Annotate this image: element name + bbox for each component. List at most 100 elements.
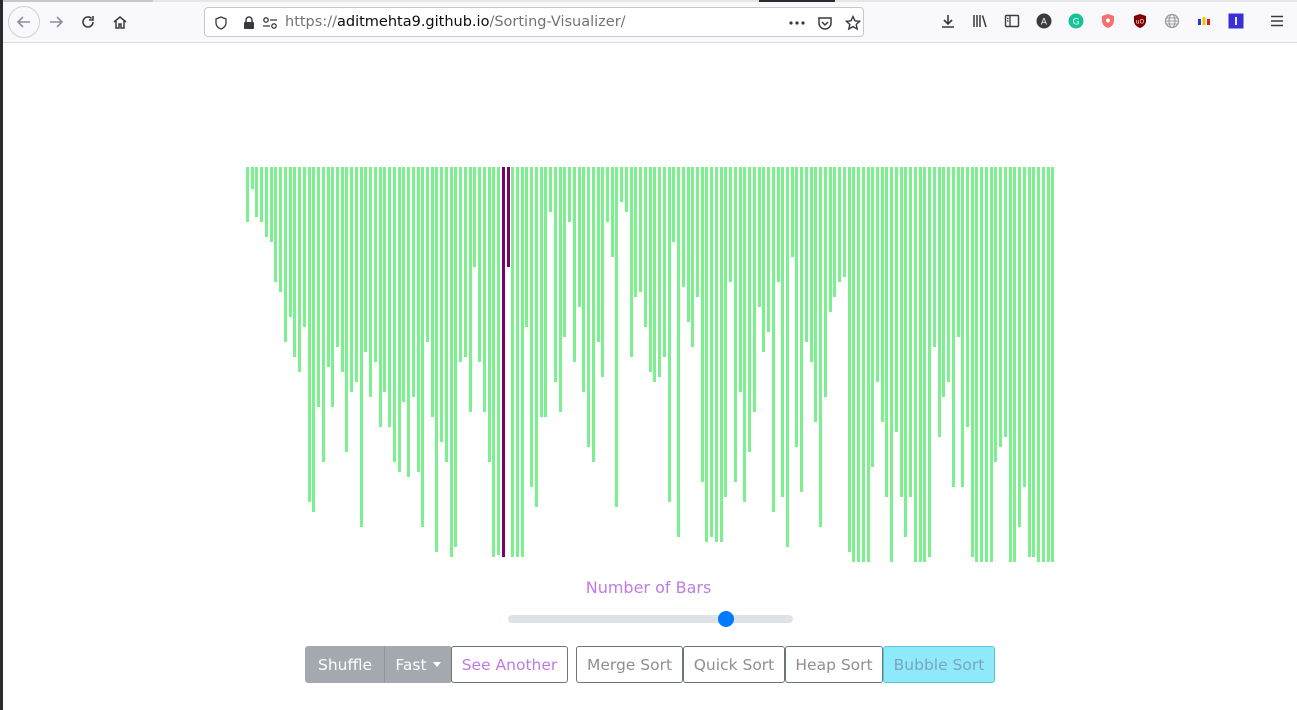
bar bbox=[354, 167, 358, 382]
bar bbox=[473, 167, 477, 267]
bar bbox=[402, 167, 406, 402]
bar bbox=[497, 167, 501, 555]
svg-text:G: G bbox=[1073, 18, 1080, 28]
browser-toolbar: https://aditmehta9.github.io/Sorting-Vis… bbox=[3, 0, 1297, 43]
bar bbox=[411, 167, 415, 397]
bookmark-star-icon[interactable] bbox=[844, 14, 862, 32]
home-icon bbox=[113, 16, 127, 29]
bar bbox=[643, 167, 647, 327]
extension-i-icon[interactable] bbox=[1226, 11, 1246, 31]
bar bbox=[847, 167, 851, 552]
bar bbox=[743, 167, 747, 502]
bar bbox=[591, 167, 595, 462]
url-bar[interactable]: https://aditmehta9.github.io/Sorting-Vis… bbox=[204, 7, 864, 37]
bar bbox=[307, 167, 311, 502]
window-edge bbox=[0, 0, 3, 710]
url-host: aditmehta9.github.io bbox=[336, 14, 490, 30]
globe-icon[interactable] bbox=[1162, 11, 1182, 31]
bar bbox=[809, 167, 813, 362]
speed-dropdown[interactable]: Fast bbox=[384, 646, 452, 683]
bar bbox=[468, 167, 472, 412]
bar bbox=[1003, 167, 1007, 437]
bar bbox=[947, 167, 951, 382]
bar bbox=[601, 167, 605, 377]
bar bbox=[331, 167, 335, 407]
bar bbox=[250, 167, 254, 189]
bar bbox=[246, 167, 249, 222]
heap-sort-button[interactable]: Heap Sort bbox=[785, 646, 883, 683]
merge-sort-button[interactable]: Merge Sort bbox=[576, 646, 683, 683]
bar bbox=[482, 167, 486, 412]
bar bbox=[426, 167, 429, 342]
bar bbox=[648, 167, 652, 372]
bar bbox=[956, 167, 960, 337]
bar bbox=[279, 167, 283, 292]
slider-thumb[interactable] bbox=[718, 611, 735, 627]
bar bbox=[890, 167, 894, 562]
bar bbox=[568, 167, 572, 222]
extension-flags-icon[interactable] bbox=[1194, 11, 1214, 31]
bar bbox=[520, 167, 524, 557]
bar bbox=[876, 167, 879, 382]
forward-button[interactable] bbox=[41, 7, 71, 37]
bar bbox=[463, 167, 467, 357]
bar bbox=[558, 167, 562, 412]
permissions-icon[interactable] bbox=[261, 14, 279, 32]
bar bbox=[615, 167, 619, 507]
bar bbox=[923, 167, 927, 562]
back-button[interactable] bbox=[8, 6, 40, 38]
sidebar-icon[interactable] bbox=[1002, 11, 1022, 31]
bar-count-slider[interactable] bbox=[508, 611, 793, 627]
bubble-sort-button[interactable]: Bubble Sort bbox=[883, 646, 995, 683]
hamburger-menu-icon[interactable] bbox=[1267, 11, 1287, 31]
bar bbox=[771, 167, 775, 512]
bar bbox=[800, 167, 804, 492]
bar bbox=[511, 167, 515, 557]
lock-icon[interactable] bbox=[240, 14, 258, 32]
bar bbox=[369, 167, 373, 397]
ublock-origin-icon[interactable]: uO bbox=[1130, 11, 1150, 31]
reload-button[interactable] bbox=[73, 7, 103, 37]
home-button[interactable] bbox=[105, 7, 135, 37]
tracking-protection-icon[interactable] bbox=[212, 14, 230, 32]
grammarly-icon[interactable]: G bbox=[1066, 11, 1086, 31]
bar bbox=[1041, 167, 1045, 562]
bar bbox=[975, 167, 979, 562]
bar bbox=[553, 167, 557, 382]
url-prefix: https:// bbox=[285, 14, 337, 30]
bar bbox=[724, 167, 728, 497]
bar bbox=[932, 167, 936, 347]
shuffle-button[interactable]: Shuffle bbox=[305, 646, 385, 683]
account-icon[interactable]: A bbox=[1034, 11, 1054, 31]
bar bbox=[620, 167, 624, 202]
arrow-left-icon bbox=[16, 16, 30, 28]
bar bbox=[549, 167, 553, 212]
bar bbox=[705, 167, 709, 542]
url-text: https://aditmehta9.github.io/Sorting-Vis… bbox=[285, 14, 626, 30]
bar bbox=[861, 167, 865, 562]
bar bbox=[639, 167, 643, 292]
bar bbox=[1046, 167, 1050, 562]
bar bbox=[359, 167, 363, 527]
bar bbox=[942, 167, 946, 397]
bar bbox=[786, 167, 789, 547]
bar bbox=[312, 167, 316, 512]
bar bbox=[970, 167, 974, 557]
quick-sort-button[interactable]: Quick Sort bbox=[683, 646, 785, 683]
downloads-icon[interactable] bbox=[938, 11, 958, 31]
bar bbox=[407, 167, 411, 477]
arrow-right-icon bbox=[50, 16, 64, 28]
bar bbox=[302, 167, 306, 327]
page-actions-icon[interactable] bbox=[788, 14, 806, 32]
bar bbox=[478, 167, 482, 362]
bar bbox=[1032, 167, 1036, 557]
bar bbox=[814, 167, 818, 422]
bar bbox=[686, 167, 690, 322]
privacy-badger-icon[interactable] bbox=[1098, 11, 1118, 31]
pocket-icon[interactable] bbox=[816, 14, 834, 32]
svg-text:A: A bbox=[1041, 18, 1048, 28]
see-another-button[interactable]: See Another bbox=[451, 646, 568, 683]
tab-strip bbox=[3, 0, 1297, 2]
bar bbox=[989, 167, 993, 562]
library-icon[interactable] bbox=[970, 11, 990, 31]
